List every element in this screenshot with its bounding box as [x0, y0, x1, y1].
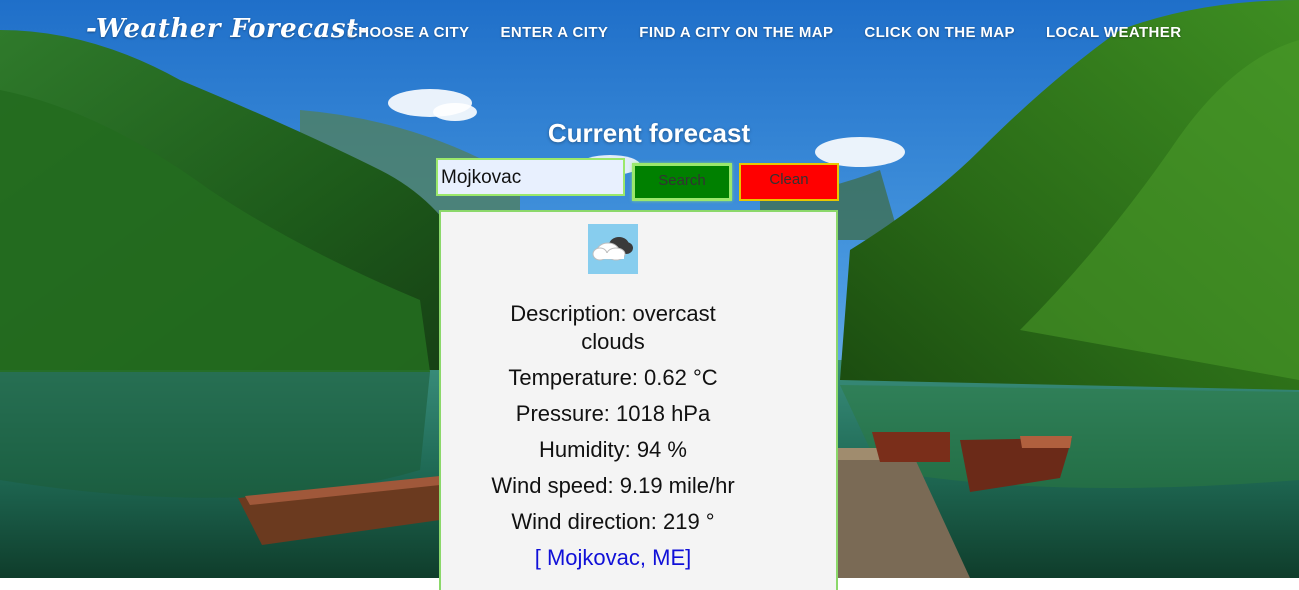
cloud-icon	[588, 224, 638, 274]
weather-wind-direction: Wind direction: 219 °	[511, 509, 715, 534]
site-logo[interactable]: -Weather Forecast-	[86, 14, 370, 44]
weather-details: Description: overcast clouds Temperature…	[441, 300, 785, 572]
weather-temperature: Temperature: 0.62 °C	[508, 365, 718, 390]
nav-click-on-map[interactable]: CLICK ON THE MAP	[864, 24, 1015, 41]
weather-wind-speed: Wind speed: 9.19 mile/hr	[491, 473, 735, 498]
city-location-link[interactable]: [ Mojkovac, ME]	[441, 544, 785, 572]
page-title: Current forecast	[547, 118, 751, 148]
nav-local-weather[interactable]: LOCAL WEATHER	[1046, 24, 1181, 41]
weather-description: Description: overcast clouds	[510, 301, 716, 354]
weather-card: Description: overcast clouds Temperature…	[439, 210, 838, 590]
top-navigation: -Weather Forecast- CHOOSE A CITY ENTER A…	[0, 0, 1299, 68]
search-button[interactable]: Search	[632, 163, 732, 201]
nav-links: CHOOSE A CITY ENTER A CITY FIND A CITY O…	[347, 24, 1212, 41]
city-search-input[interactable]	[436, 158, 625, 196]
clean-button[interactable]: Clean	[739, 163, 839, 201]
weather-humidity: Humidity: 94 %	[539, 437, 687, 462]
weather-pressure: Pressure: 1018 hPa	[515, 401, 711, 426]
nav-choose-a-city[interactable]: CHOOSE A CITY	[347, 24, 469, 41]
nav-find-city-on-map[interactable]: FIND A CITY ON THE MAP	[639, 24, 833, 41]
nav-enter-a-city[interactable]: ENTER A CITY	[500, 24, 608, 41]
